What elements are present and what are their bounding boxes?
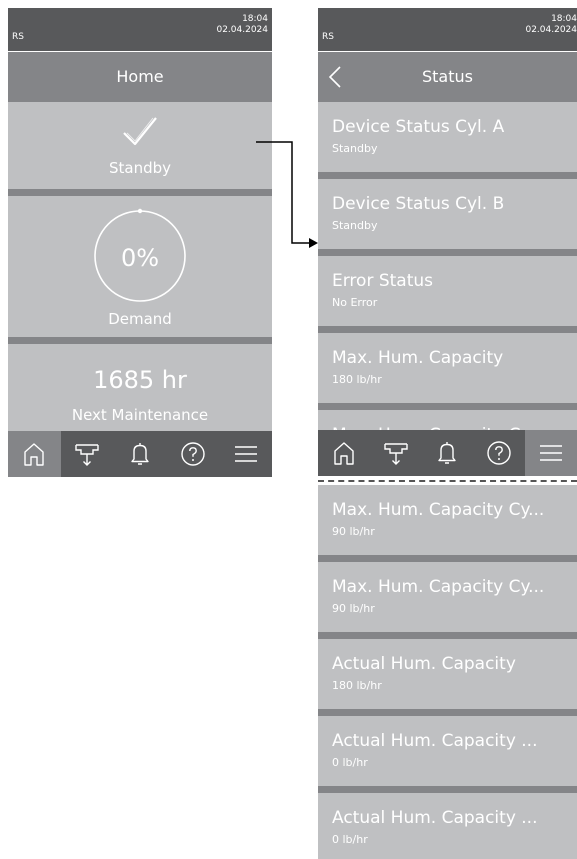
status-item-title: Actual Hum. Capacity [332, 654, 516, 674]
status-item-value: 90 lb/hr [332, 525, 375, 538]
bell-icon [131, 443, 149, 465]
status-item-title: Error Status [332, 271, 434, 291]
tile-divider [8, 337, 272, 344]
nav-help-button[interactable] [166, 431, 219, 477]
checkmark-icon [123, 117, 157, 146]
demand-value: 0% [120, 244, 160, 272]
status-item[interactable]: Max. Hum. Capacity Cy... 90 lb/hr [318, 562, 577, 632]
status-item-value: 180 lb/hr [332, 373, 382, 386]
status-item-title: Device Status Cyl. B [332, 194, 505, 214]
maintenance-label: Next Maintenance [71, 406, 209, 424]
status-item[interactable]: Actual Hum. Capacity 180 lb/hr [318, 639, 577, 709]
item-divider [318, 632, 577, 639]
bottom-nav-bar [8, 431, 272, 477]
bell-icon [438, 442, 457, 464]
clock-time: 18:04 [242, 14, 268, 24]
status-item[interactable]: Actual Hum. Capacity ... 0 lb/hr [318, 716, 577, 786]
clock-date: 02.04.2024 [216, 25, 268, 35]
help-icon [181, 442, 205, 466]
status-item-value: 0 lb/hr [332, 756, 368, 769]
status-item[interactable]: Error Status No Error [318, 256, 577, 326]
status-bar: RS 18:04 02.04.2024 [8, 8, 272, 52]
page-title-bar: Status [318, 52, 577, 102]
status-item[interactable]: Max. Hum. Capacity Cy... 90 lb/hr [318, 485, 577, 555]
status-item-value: 180 lb/hr [332, 679, 382, 692]
clock-date: 02.04.2024 [525, 25, 577, 35]
item-divider [318, 403, 577, 410]
humidifier-icon [75, 444, 99, 466]
tile-divider [8, 189, 272, 196]
nav-home-button[interactable] [318, 430, 370, 476]
item-divider [318, 709, 577, 716]
status-item-value: 90 lb/hr [332, 602, 375, 615]
humidifier-icon [383, 443, 408, 465]
home-icon [334, 442, 354, 465]
page-title: Status [422, 67, 473, 86]
continuation-divider [318, 480, 577, 482]
clock: 18:04 02.04.2024 [216, 14, 268, 36]
standby-label: Standby [108, 159, 172, 177]
nav-help-button[interactable] [473, 430, 525, 476]
demand-tile[interactable]: 0% Demand [8, 196, 272, 337]
status-item-title: Max. Hum. Capacity Cy... [332, 577, 545, 597]
status-item[interactable]: Actual Hum. Capacity ... 0 lb/hr [318, 793, 577, 859]
status-bar-label: RS [12, 32, 24, 42]
status-item-value: Standby [332, 219, 378, 232]
status-item-value: 0 lb/hr [332, 833, 368, 846]
home-icon [24, 443, 45, 466]
maintenance-value: 1685 hr [93, 366, 187, 394]
status-item-value: No Error [332, 296, 378, 309]
status-item-value: Standby [332, 142, 378, 155]
status-screen: RS 18:04 02.04.2024 Status Device Status… [318, 8, 577, 476]
status-bar: RS 18:04 02.04.2024 [318, 8, 577, 52]
status-item-title: Actual Hum. Capacity ... [332, 731, 538, 751]
nav-humidifier-button[interactable] [61, 431, 114, 477]
menu-icon [540, 445, 563, 461]
bottom-nav-bar [318, 430, 577, 476]
standby-tile[interactable]: Standby [8, 102, 272, 189]
item-divider [318, 786, 577, 793]
status-item-title: Actual Hum. Capacity ... [332, 808, 538, 828]
status-item-title: Max. Hum. Capacity Cy... [332, 500, 545, 520]
item-divider [318, 249, 577, 256]
nav-alarm-button[interactable] [114, 431, 167, 477]
status-item-title: Device Status Cyl. A [332, 117, 505, 137]
nav-menu-button[interactable] [219, 431, 272, 477]
clock-time: 18:04 [551, 14, 577, 24]
status-bar-label: RS [322, 32, 334, 42]
home-screen: RS 18:04 02.04.2024 Home Standby 0% Dema… [8, 8, 272, 477]
menu-icon [234, 446, 257, 462]
item-divider [318, 326, 577, 333]
nav-menu-button[interactable] [525, 430, 577, 476]
status-item-title: Max. Hum. Capacity [332, 348, 504, 368]
maintenance-tile[interactable]: 1685 hr Next Maintenance [8, 344, 272, 431]
nav-alarm-button[interactable] [422, 430, 474, 476]
demand-label: Demand [108, 310, 172, 328]
status-item[interactable]: Device Status Cyl. A Standby [318, 102, 577, 172]
nav-home-button[interactable] [8, 431, 61, 477]
back-button-icon[interactable] [326, 65, 346, 89]
clock: 18:04 02.04.2024 [525, 14, 577, 36]
status-item[interactable]: Device Status Cyl. B Standby [318, 179, 577, 249]
page-title: Home [8, 52, 272, 102]
nav-humidifier-button[interactable] [370, 430, 422, 476]
item-divider [318, 172, 577, 179]
status-list-continued: Max. Hum. Capacity Cy... 90 lb/hr Max. H… [318, 485, 577, 859]
help-icon [487, 441, 511, 465]
status-item[interactable]: Max. Hum. Capacity 180 lb/hr [318, 333, 577, 403]
item-divider [318, 555, 577, 562]
